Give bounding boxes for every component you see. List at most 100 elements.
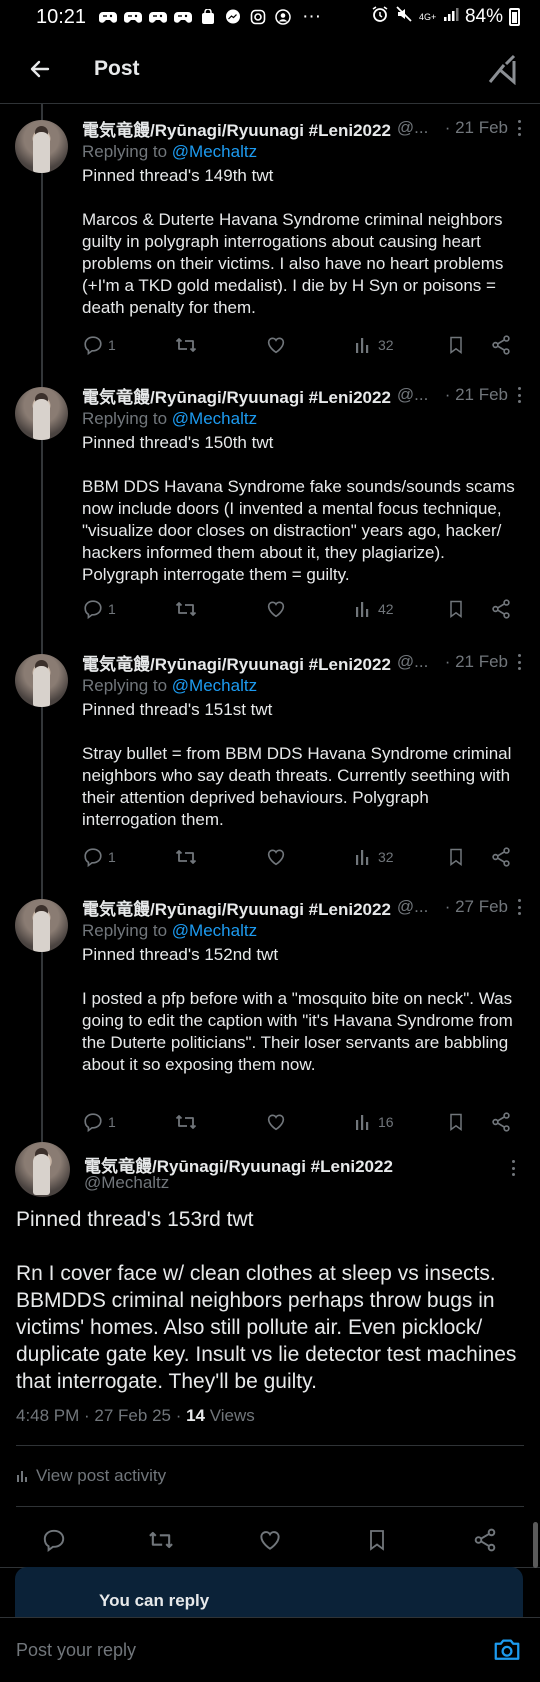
bar-chart-icon <box>356 1115 369 1130</box>
more-options-button[interactable] <box>512 118 526 138</box>
reply-button[interactable]: 1 <box>82 598 116 620</box>
repost-button[interactable] <box>174 1110 198 1134</box>
share-button[interactable] <box>490 846 512 868</box>
avatar[interactable] <box>15 1142 70 1197</box>
bookmark-button[interactable] <box>357 1520 397 1560</box>
avatar[interactable] <box>15 120 68 173</box>
repost-button[interactable] <box>174 333 198 357</box>
bookmark-button[interactable] <box>446 846 466 868</box>
share-button[interactable] <box>465 1520 505 1560</box>
views-button[interactable]: 32 <box>354 847 394 867</box>
grok-button[interactable] <box>486 53 518 85</box>
bookmark-button[interactable] <box>446 334 466 356</box>
share-icon <box>492 599 510 619</box>
post-text: Pinned thread's 153rd twt Rn I cover fac… <box>16 1208 517 1393</box>
avatar[interactable] <box>15 654 68 707</box>
share-icon <box>474 1528 496 1552</box>
author-name[interactable]: 電気竜饅/Ryūnagi/Ryuunagi #Leni2022 <box>82 116 391 141</box>
replying-label: Replying to <box>82 142 168 161</box>
bar-chart-icon <box>356 602 369 617</box>
reply-button[interactable] <box>34 1520 74 1560</box>
replying-to-link[interactable]: @Mechaltz <box>172 921 257 940</box>
more-options-button[interactable] <box>512 385 526 405</box>
more-options-button[interactable] <box>512 897 526 917</box>
repost-button[interactable] <box>174 845 198 869</box>
heart-icon <box>267 337 285 354</box>
like-button[interactable] <box>265 598 287 620</box>
views-count: 14 <box>186 1406 206 1425</box>
reply-button[interactable]: 1 <box>82 334 116 356</box>
game-controller-icon <box>148 8 168 26</box>
author-handle[interactable]: @Mechaltz <box>84 1173 169 1193</box>
like-button[interactable] <box>265 334 287 356</box>
post-text: Pinned thread's 149th twt Marcos & Duter… <box>82 166 504 317</box>
bar-chart-icon <box>356 338 369 353</box>
activity-label: View post activity <box>36 1466 167 1485</box>
repost-button[interactable] <box>174 597 198 621</box>
author-handle[interactable]: @... <box>397 652 428 672</box>
share-button[interactable] <box>490 598 512 620</box>
author-name[interactable]: 電気竜饅/Ryūnagi/Ryuunagi #Leni2022 <box>82 383 391 408</box>
reply-count: 1 <box>108 849 116 865</box>
author-handle[interactable]: @... <box>397 897 428 917</box>
reply-button[interactable]: 1 <box>82 846 116 868</box>
post-time: 4:48 PM · 27 Feb 25 · <box>16 1406 187 1425</box>
author-name[interactable]: 電気竜饅/Ryūnagi/Ryuunagi #Leni2022 <box>82 895 391 920</box>
share-button[interactable] <box>490 1111 512 1133</box>
reply-icon <box>84 600 102 620</box>
replying-to-link[interactable]: @Mechaltz <box>172 409 257 428</box>
post-actions <box>0 1520 540 1560</box>
views-button[interactable]: 42 <box>354 599 394 619</box>
post-date[interactable]: · 27 Feb <box>445 897 522 917</box>
reply-input[interactable] <box>16 1639 436 1661</box>
share-icon <box>492 335 510 355</box>
like-button[interactable] <box>250 1520 290 1560</box>
messenger-icon <box>223 8 243 26</box>
card-title: You can reply <box>99 1591 210 1610</box>
post-meta: 4:48 PM · 27 Feb 25 · 14 Views <box>16 1406 255 1426</box>
game-controller-icon <box>173 8 193 26</box>
post-date[interactable]: · 21 Feb <box>445 118 522 138</box>
post-date[interactable]: · 21 Feb <box>445 652 522 672</box>
reply-icon <box>84 848 102 868</box>
like-button[interactable] <box>265 846 287 868</box>
top-bar: Post <box>0 34 540 104</box>
scrollbar-thumb[interactable] <box>533 1522 538 1568</box>
avatar[interactable] <box>15 387 68 440</box>
repost-icon <box>175 850 197 864</box>
shopping-bag-icon <box>198 8 218 26</box>
replying-to: Replying to @Mechaltz <box>82 676 522 696</box>
author-handle[interactable]: @... <box>397 385 428 405</box>
post-text: Pinned thread's 150th twt BBM DDS Havana… <box>82 433 515 584</box>
replying-label: Replying to <box>82 676 168 695</box>
game-controller-icon <box>98 8 118 26</box>
page-title: Post <box>94 56 140 80</box>
bookmark-button[interactable] <box>446 1111 466 1133</box>
like-button[interactable] <box>265 1111 287 1133</box>
status-bar: 10:21 ··· 4G+ 84% <box>0 0 540 34</box>
author-name[interactable]: 電気竜饅/Ryūnagi/Ryuunagi #Leni2022 <box>82 650 391 675</box>
mute-icon <box>395 5 413 29</box>
views-button[interactable]: 16 <box>354 1112 394 1132</box>
views-button[interactable]: 32 <box>354 335 394 355</box>
more-options-button[interactable] <box>506 1158 520 1178</box>
signal-icon <box>443 6 459 28</box>
reply-button[interactable]: 1 <box>82 1111 116 1133</box>
bookmark-icon <box>450 336 462 354</box>
camera-button[interactable] <box>492 1635 522 1665</box>
replying-to-link[interactable]: @Mechaltz <box>172 142 257 161</box>
repost-button[interactable] <box>141 1520 181 1560</box>
share-button[interactable] <box>490 334 512 356</box>
back-button[interactable] <box>20 49 60 89</box>
thread-connector <box>41 104 43 1142</box>
replying-to-link[interactable]: @Mechaltz <box>172 676 257 695</box>
post-actions: 1 32 <box>82 844 522 870</box>
post-date[interactable]: · 21 Feb <box>445 385 522 405</box>
author-handle[interactable]: @... <box>397 118 428 138</box>
bookmark-button[interactable] <box>446 598 466 620</box>
avatar[interactable] <box>15 899 68 952</box>
heart-icon <box>267 1114 285 1131</box>
instagram-icon <box>248 8 268 26</box>
more-options-button[interactable] <box>512 652 526 672</box>
view-post-activity-link[interactable]: View post activity <box>16 1466 166 1486</box>
